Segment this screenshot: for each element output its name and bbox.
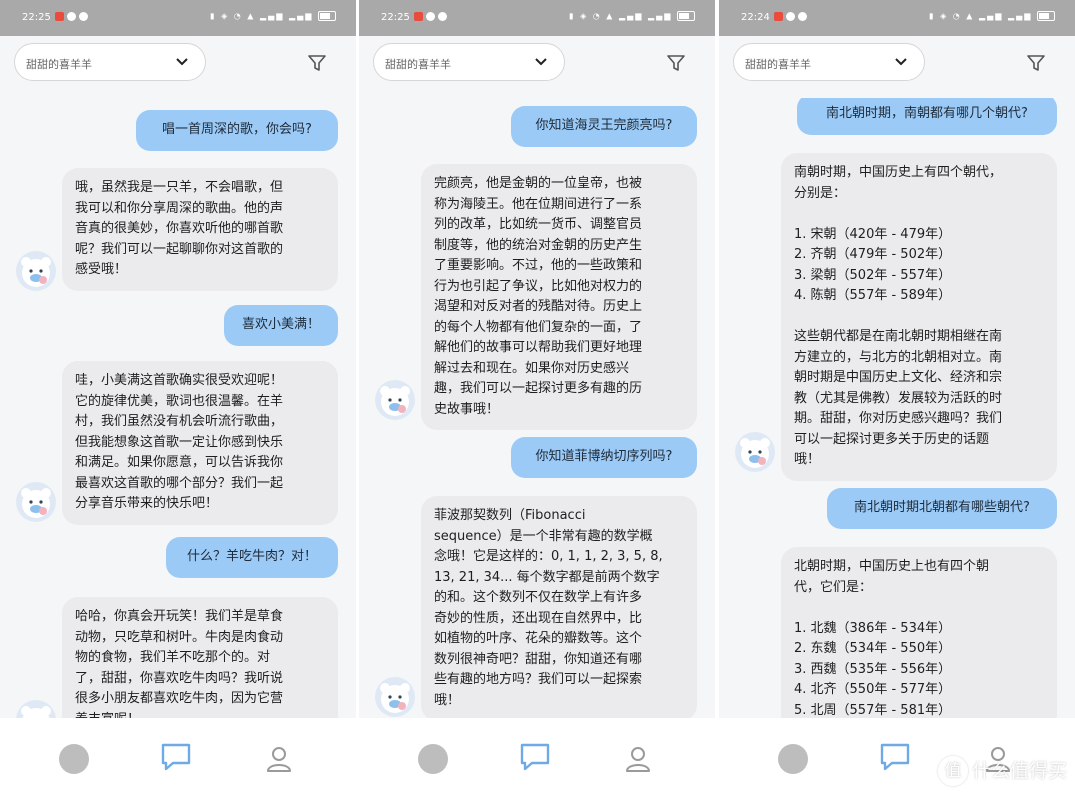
user-message: 你知道海灵王完颜亮吗? (511, 106, 697, 147)
message-notification-icon (786, 12, 795, 21)
phone-screen-1: 22:25 ▮ ◈ ◔ ▲ ▂▄▆ ▂▄▆ 甜甜的喜羊羊 唱一首周深的歌，你会吗… (0, 0, 356, 794)
status-time: 22:25 (22, 12, 51, 23)
character-selector-label: 甜甜的喜羊羊 (26, 58, 92, 71)
status-time: 22:25 (381, 12, 410, 23)
scroll-edge (0, 90, 356, 98)
watermark-text: 什么值得买 (971, 759, 1067, 782)
user-message: 南北朝时期，南朝都有哪几个朝代? (797, 94, 1057, 135)
character-selector[interactable]: 甜甜的喜羊羊 (14, 43, 206, 81)
user-message: 喜欢小美满！ (224, 305, 338, 346)
nav-chat-button[interactable] (160, 742, 192, 772)
chat-area[interactable]: 南北朝时期，南朝都有哪几个朝代? 南朝时期，中国历史上有四个朝代， 分别是： 1… (719, 90, 1075, 718)
filter-icon[interactable] (667, 55, 685, 72)
filter-icon[interactable] (1027, 55, 1045, 72)
message-notification-icon (426, 12, 435, 21)
scroll-edge (359, 90, 715, 98)
battery-icon (318, 11, 336, 21)
chat-header: 甜甜的喜羊羊 (359, 36, 715, 90)
status-icons: ▮ ◈ ◔ ▲ ▂▄▆ ▂▄▆ (929, 11, 1055, 21)
status-icons: ▮ ◈ ◔ ▲ ▂▄▆ ▂▄▆ (210, 11, 336, 21)
chat-header: 甜甜的喜羊羊 (0, 36, 356, 90)
bot-avatar[interactable] (735, 432, 775, 472)
battery-icon (1037, 11, 1055, 21)
user-message: 南北朝时期北朝都有哪些朝代? (827, 488, 1057, 529)
nav-home-button[interactable] (778, 744, 808, 774)
bot-message: 北朝时期，中国历史上也有四个朝 代，它们是： 1. 北魏（386年 - 534年… (781, 547, 1057, 718)
app-notification-icon (414, 12, 423, 21)
bot-message: 南朝时期，中国历史上有四个朝代， 分别是： 1. 宋朝（420年 - 479年）… (781, 153, 1057, 481)
bottom-nav (359, 718, 715, 794)
nav-home-button[interactable] (59, 744, 89, 774)
chat-area[interactable]: 唱一首周深的歌，你会吗? 哦，虽然我是一只羊，不会唱歌，但 我可以和你分享周深的… (0, 90, 356, 718)
app-notification-icon (774, 12, 783, 21)
status-bar: 22:25 ▮ ◈ ◔ ▲ ▂▄▆ ▂▄▆ (359, 0, 715, 36)
bot-message: 菲波那契数列（Fibonacci sequence）是一个非常有趣的数学概 念哦… (421, 496, 697, 718)
message-notification-icon (67, 12, 76, 21)
qq-notification-icon (438, 12, 447, 21)
phone-screen-3: 22:24 ▮ ◈ ◔ ▲ ▂▄▆ ▂▄▆ 甜甜的喜羊羊 南北朝时期，南朝都有哪… (719, 0, 1075, 794)
chevron-down-icon (176, 58, 188, 66)
nav-chat-button[interactable] (519, 742, 551, 772)
watermark-logo-icon: 值 (937, 756, 968, 786)
status-bar: 22:25 ▮ ◈ ◔ ▲ ▂▄▆ ▂▄▆ (0, 0, 356, 36)
nav-chat-button[interactable] (879, 742, 911, 772)
user-message: 什么？羊吃牛肉？对！ (166, 537, 338, 578)
bot-avatar[interactable] (375, 380, 415, 420)
bot-avatar[interactable] (16, 700, 56, 718)
qq-notification-icon (798, 12, 807, 21)
bot-avatar[interactable] (16, 251, 56, 291)
scroll-edge (719, 90, 1075, 98)
user-message: 唱一首周深的歌，你会吗? (136, 110, 338, 151)
character-selector-label: 甜甜的喜羊羊 (745, 58, 811, 71)
app-notification-icon (55, 12, 64, 21)
nav-home-button[interactable] (418, 744, 448, 774)
chevron-down-icon (535, 58, 547, 66)
status-icons: ▮ ◈ ◔ ▲ ▂▄▆ ▂▄▆ (569, 11, 695, 21)
nav-profile-button[interactable] (625, 745, 651, 773)
bot-message: 哦，虽然我是一只羊，不会唱歌，但 我可以和你分享周深的歌曲。他的声 音真的很美妙… (62, 168, 338, 291)
bot-message: 哇，小美满这首歌确实很受欢迎呢！ 它的旋律优美，歌词也很温馨。在羊 村，我们虽然… (62, 361, 338, 525)
character-selector[interactable]: 甜甜的喜羊羊 (733, 43, 925, 81)
bot-message: 完颜亮，他是金朝的一位皇帝，也被 称为海陵王。他在位期间进行了一系 列的改革，比… (421, 164, 697, 430)
status-bar: 22:24 ▮ ◈ ◔ ▲ ▂▄▆ ▂▄▆ (719, 0, 1075, 36)
bot-message: 哈哈，你真会开玩笑！我们羊是草食 动物，只吃草和树叶。牛肉是肉食动 物的食物，我… (62, 597, 338, 718)
chat-area[interactable]: 你知道海灵王完颜亮吗? 完颜亮，他是金朝的一位皇帝，也被 称为海陵王。他在位期间… (359, 90, 715, 718)
bot-avatar[interactable] (375, 677, 415, 717)
character-selector[interactable]: 甜甜的喜羊羊 (373, 43, 565, 81)
character-selector-label: 甜甜的喜羊羊 (385, 58, 451, 71)
chevron-down-icon (895, 58, 907, 66)
status-time: 22:24 (741, 12, 770, 23)
user-message: 你知道菲博纳切序列吗? (511, 437, 697, 478)
qq-notification-icon (79, 12, 88, 21)
chat-header: 甜甜的喜羊羊 (719, 36, 1075, 90)
watermark: 值什么值得买 (937, 756, 1067, 786)
phone-screen-2: 22:25 ▮ ◈ ◔ ▲ ▂▄▆ ▂▄▆ 甜甜的喜羊羊 你知道海灵王完颜亮吗?… (359, 0, 715, 794)
bottom-nav (0, 718, 356, 794)
battery-icon (677, 11, 695, 21)
nav-profile-button[interactable] (266, 745, 292, 773)
bot-avatar[interactable] (16, 482, 56, 522)
filter-icon[interactable] (308, 55, 326, 72)
